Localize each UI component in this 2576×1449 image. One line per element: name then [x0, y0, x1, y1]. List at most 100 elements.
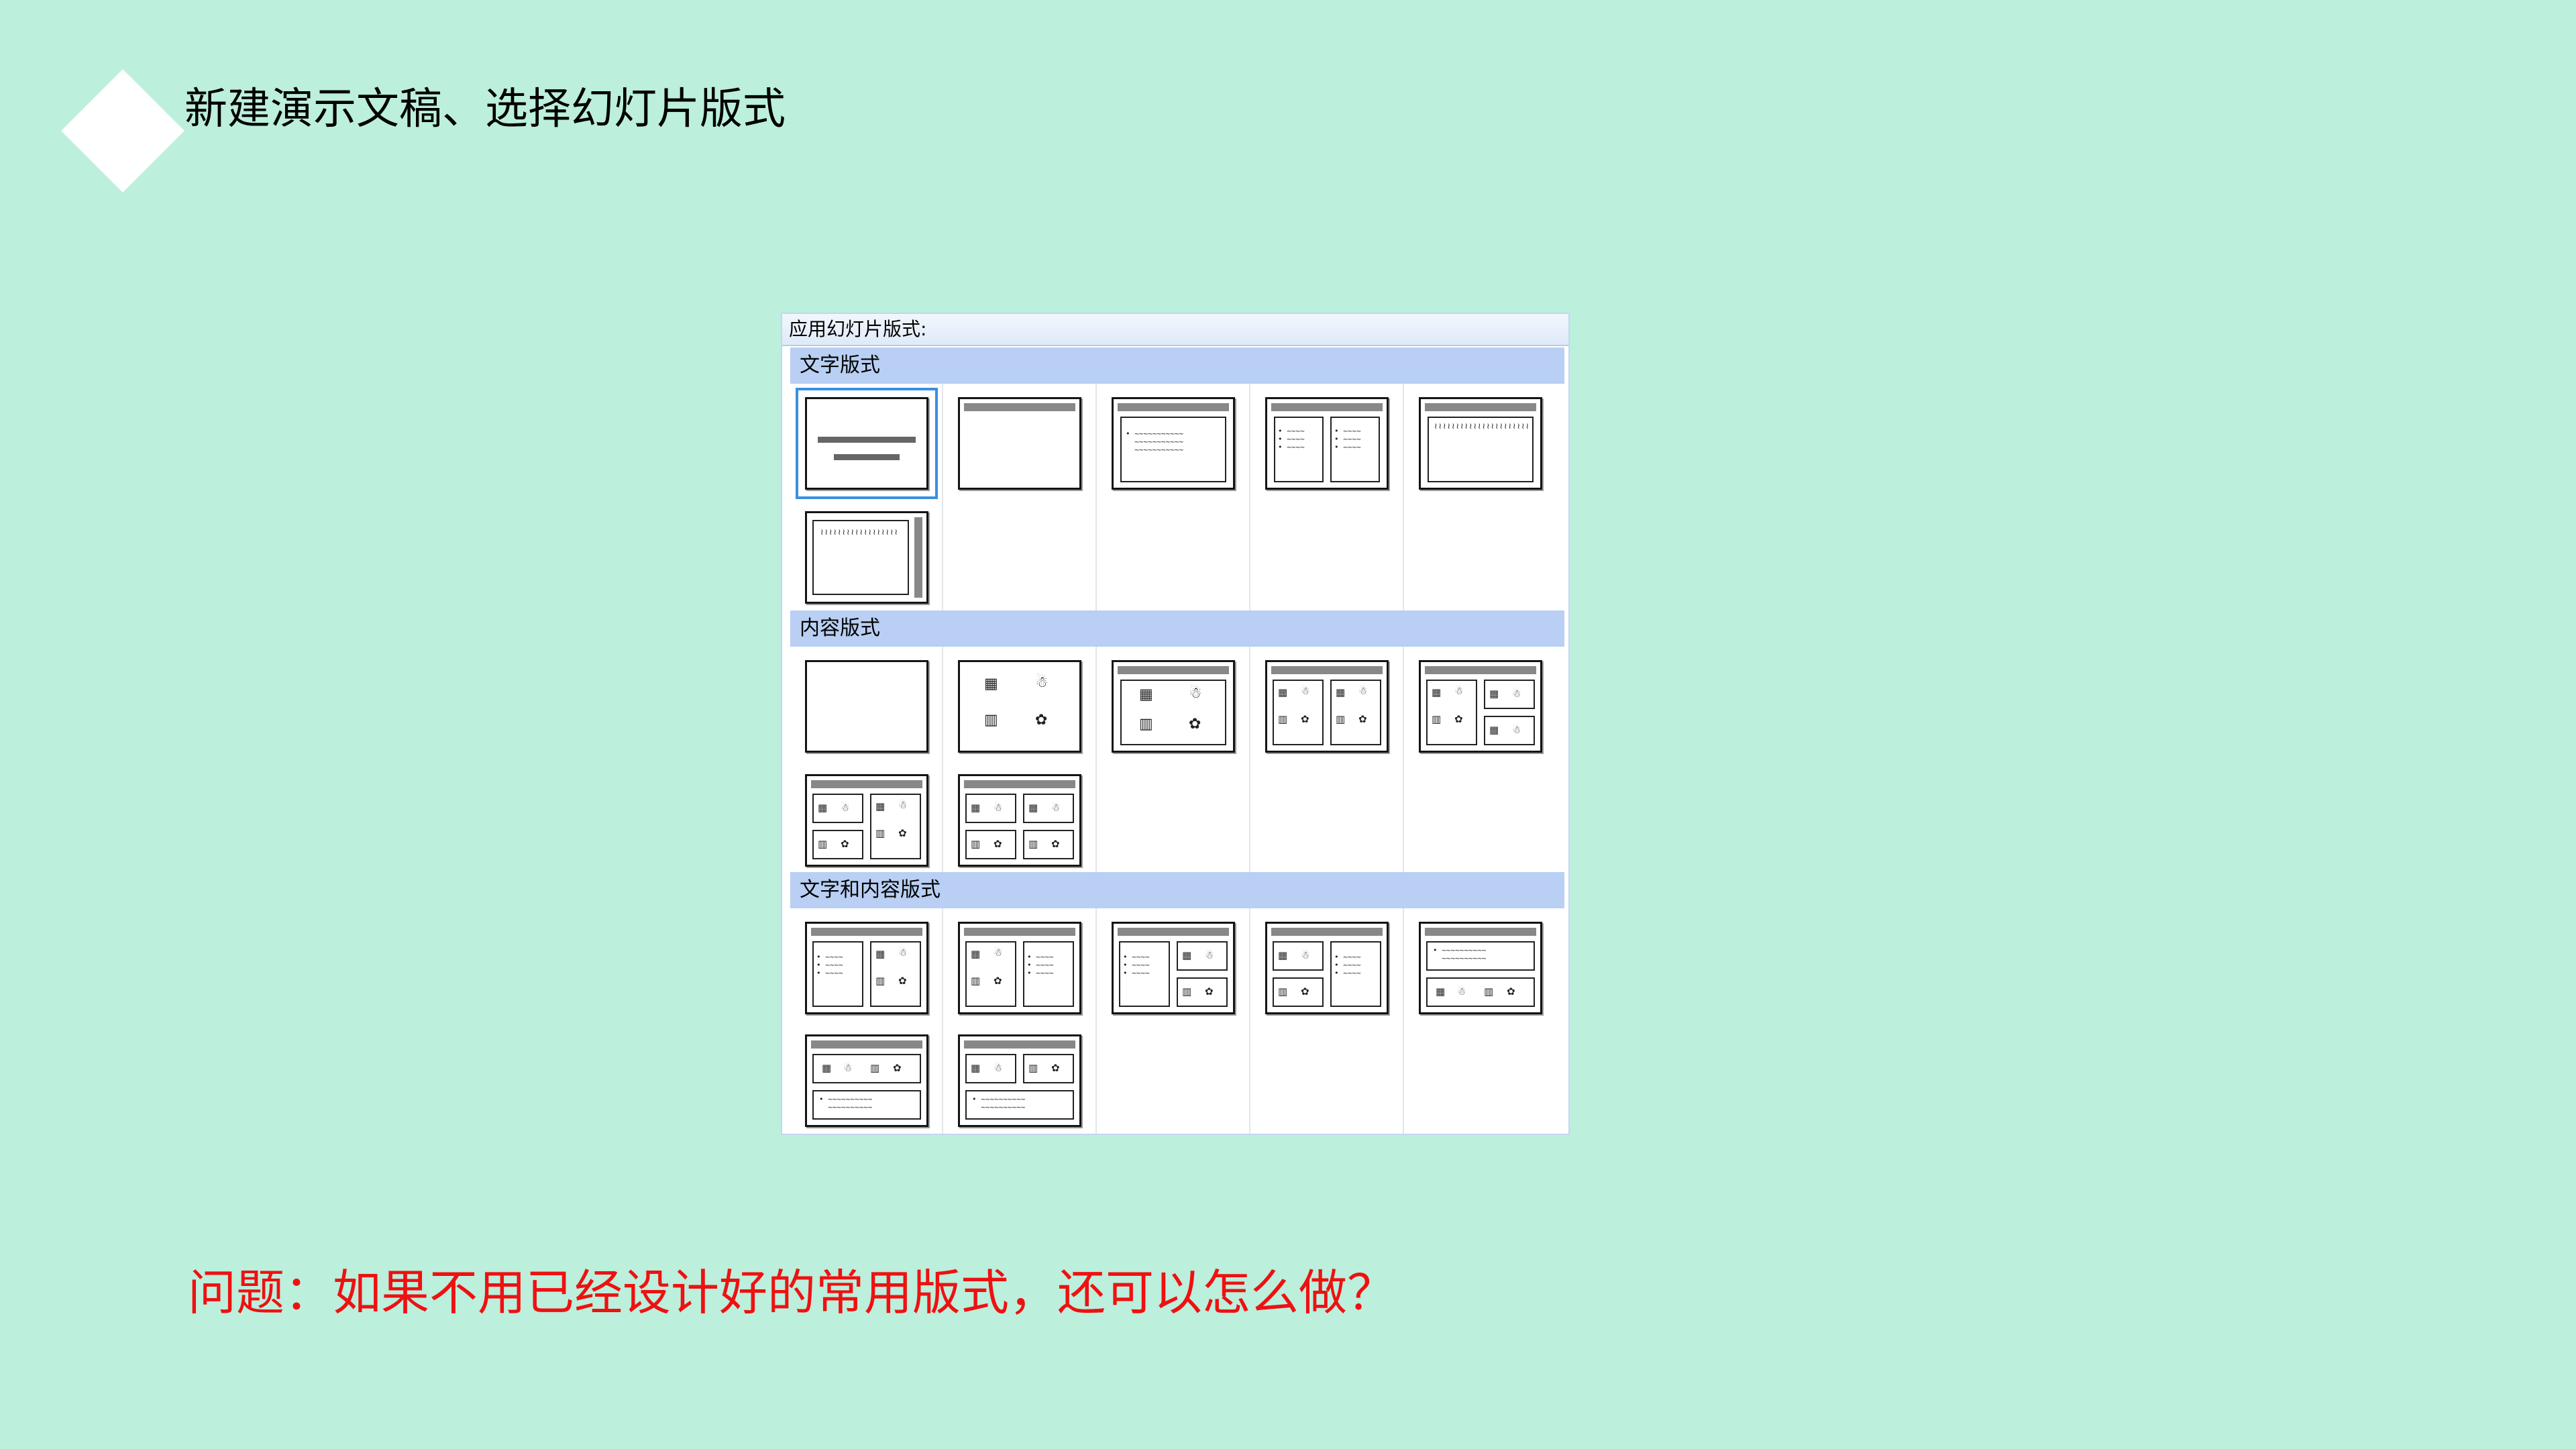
person-icon: ☃ — [1454, 685, 1464, 697]
layout-title-two-content-and-text[interactable]: ▦ ☃ ▥ ✿ • ~~~~ • ~~~~ • ~~~~ — [1265, 922, 1389, 1014]
chart-icon: ▥ — [1028, 1062, 1038, 1074]
person-icon: ☃ — [898, 799, 908, 811]
chart-icon: ▥ — [1336, 713, 1346, 725]
question-text: 问题：如果不用已经设计好的常用版式，还可以怎么做？ — [188, 1265, 1396, 1321]
cycle-icon: ✿ — [1051, 838, 1060, 850]
layout-title-and-vertical-text[interactable]: ≀≀≀≀≀≀≀≀≀≀≀≀≀≀≀≀≀≀≀≀≀≀≀≀≀≀≀≀≀≀≀≀≀≀≀≀≀≀≀≀… — [1419, 397, 1542, 490]
diamond-decoration — [61, 69, 184, 193]
section-text-and-content-layouts: 文字和内容版式 — [790, 872, 1564, 908]
table-icon: ▦ — [971, 948, 981, 960]
person-icon: ☃ — [994, 802, 1003, 814]
layout-title-slide[interactable] — [796, 388, 938, 499]
section-content-layouts-area: ▦ ☃ ▥ ✿ ▦ ☃ ▥ ✿ ▦ ☃ ▥ ✿ ▦ ☃ ▥ ✿ ▦ ☃ ▥ ✿ … — [790, 647, 1564, 875]
layout-title-two-content-over-text[interactable]: ▦ ☃ ▥ ✿ • ~~~~~~~~~~ ~~~~~~~~~~ — [958, 1034, 1081, 1127]
chart-icon: ▥ — [984, 712, 998, 729]
chart-icon: ▥ — [875, 827, 885, 839]
table-icon: ▦ — [1278, 949, 1288, 961]
section-text-and-content-layouts-area: • ~~~~ • ~~~~ • ~~~~ ▦ ☃ ▥ ✿ ▦ ☃ ▥ ✿ • ~… — [790, 908, 1564, 1134]
cycle-icon: ✿ — [1035, 712, 1048, 729]
layout-blank[interactable] — [805, 660, 928, 753]
slide-title: 新建演示文稿、选择幻灯片版式 — [184, 85, 786, 134]
cycle-icon: ✿ — [1507, 985, 1515, 998]
chart-icon: ▥ — [971, 975, 981, 987]
chart-icon: ▥ — [1278, 985, 1288, 998]
chart-icon: ▥ — [1139, 716, 1153, 733]
table-icon: ▦ — [971, 802, 981, 814]
table-icon: ▦ — [971, 1062, 981, 1074]
cycle-icon: ✿ — [1189, 716, 1201, 733]
table-icon: ▦ — [1489, 688, 1499, 700]
cycle-icon: ✿ — [898, 975, 907, 987]
layout-title-only[interactable] — [958, 397, 1081, 490]
cycle-icon: ✿ — [1301, 985, 1309, 998]
layout-title-content-over-text[interactable]: ▦ ☃ ▥ ✿ • ~~~~~~~~~~ ~~~~~~~~~~ — [805, 1034, 928, 1127]
cycle-icon: ✿ — [841, 838, 849, 850]
person-icon: ☃ — [1205, 949, 1214, 961]
table-icon: ▦ — [822, 1062, 832, 1074]
person-icon: ☃ — [1051, 802, 1061, 814]
layout-title-and-four-content[interactable]: ▦ ☃ ▦ ☃ ▥ ✿ ▥ ✿ — [958, 774, 1081, 867]
chart-icon: ▥ — [1278, 713, 1288, 725]
cycle-icon: ✿ — [893, 1062, 902, 1074]
person-icon: ☃ — [1457, 985, 1466, 998]
column-divider — [1249, 384, 1250, 612]
pane-header: 应用幻灯片版式: — [782, 314, 1568, 346]
person-icon: ☃ — [1035, 674, 1049, 691]
person-icon: ☃ — [898, 947, 908, 959]
chart-icon: ▥ — [1484, 985, 1494, 998]
layout-pane: 应用幻灯片版式: 文字版式 • ~~~~~~~~~~~ ~~~~~~~~~~~ … — [781, 313, 1570, 1135]
section-text-layouts-area: • ~~~~~~~~~~~ ~~~~~~~~~~~ ~~~~~~~~~~~ • … — [790, 384, 1564, 612]
column-divider — [1403, 384, 1404, 612]
table-icon: ▦ — [818, 802, 828, 814]
cycle-icon: ✿ — [1301, 713, 1309, 725]
cycle-icon: ✿ — [1454, 713, 1463, 725]
layout-title-two-content-and-content[interactable]: ▦ ☃ ▥ ✿ ▦ ☃ ▥ ✿ — [805, 774, 928, 867]
layout-title-text-and-two-content[interactable]: • ~~~~ • ~~~~ • ~~~~ ▦ ☃ ▥ ✿ — [1112, 922, 1235, 1014]
person-icon: ☃ — [1512, 724, 1521, 736]
chart-icon: ▥ — [971, 838, 981, 850]
table-icon: ▦ — [1336, 686, 1346, 698]
section-text-layouts: 文字版式 — [790, 347, 1564, 384]
chart-icon: ▥ — [1182, 985, 1192, 998]
person-icon: ☃ — [1301, 685, 1310, 697]
layout-title-and-two-columns[interactable]: • ~~~~ • ~~~~ • ~~~~ • ~~~~ • ~~~~ • ~~~… — [1265, 397, 1389, 490]
person-icon: ☃ — [843, 1062, 853, 1074]
table-icon: ▦ — [1139, 686, 1153, 703]
layout-title-and-text[interactable]: • ~~~~~~~~~~~ ~~~~~~~~~~~ ~~~~~~~~~~~ — [1112, 397, 1235, 490]
cycle-icon: ✿ — [1051, 1062, 1060, 1074]
chart-icon: ▥ — [1028, 838, 1038, 850]
table-icon: ▦ — [875, 800, 885, 812]
layout-title-content-and-two-content[interactable]: ▦ ☃ ▥ ✿ ▦ ☃ ▦ ☃ — [1419, 660, 1542, 753]
chart-icon: ▥ — [818, 838, 828, 850]
person-icon: ☃ — [1301, 949, 1310, 961]
table-icon: ▦ — [1028, 802, 1038, 814]
cycle-icon: ✿ — [994, 838, 1002, 850]
layout-title-text-and-content[interactable]: • ~~~~ • ~~~~ • ~~~~ ▦ ☃ ▥ ✿ — [805, 922, 928, 1014]
person-icon: ☃ — [841, 802, 850, 814]
chart-icon: ▥ — [875, 975, 885, 987]
table-icon: ▦ — [875, 948, 885, 960]
section-content-layouts: 内容版式 — [790, 610, 1564, 647]
layout-vertical-title-and-text[interactable]: ≀≀≀≀≀≀≀≀≀≀≀≀≀≀≀≀≀≀≀≀≀≀≀≀≀≀≀≀≀≀≀≀≀≀≀≀≀≀≀≀… — [805, 511, 928, 604]
layout-content[interactable]: ▦ ☃ ▥ ✿ — [958, 660, 1081, 753]
layout-title-text-over-content[interactable]: • ~~~~~~~~~~ ~~~~~~~~~~ ▦ ☃ ▥ ✿ — [1419, 922, 1542, 1014]
column-divider — [1095, 384, 1097, 612]
layout-title-and-two-content[interactable]: ▦ ☃ ▥ ✿ ▦ ☃ ▥ ✿ — [1265, 660, 1389, 753]
cycle-icon: ✿ — [1205, 985, 1214, 998]
person-icon: ☃ — [1512, 688, 1521, 700]
table-icon: ▦ — [1432, 686, 1442, 698]
layout-title-content-and-text[interactable]: ▦ ☃ ▥ ✿ • ~~~~ • ~~~~ • ~~~~ — [958, 922, 1081, 1014]
table-icon: ▦ — [1278, 686, 1288, 698]
table-icon: ▦ — [984, 676, 998, 692]
cycle-icon: ✿ — [898, 827, 907, 839]
table-icon: ▦ — [1489, 724, 1499, 736]
person-icon: ☃ — [1189, 685, 1202, 702]
person-icon: ☃ — [994, 947, 1003, 959]
cycle-icon: ✿ — [994, 975, 1002, 987]
person-icon: ☃ — [994, 1062, 1003, 1074]
chart-icon: ▥ — [870, 1062, 880, 1074]
person-icon: ☃ — [1358, 685, 1368, 697]
cycle-icon: ✿ — [1358, 713, 1367, 725]
layout-title-and-content[interactable]: ▦ ☃ ▥ ✿ — [1112, 660, 1235, 753]
chart-icon: ▥ — [1432, 713, 1442, 725]
